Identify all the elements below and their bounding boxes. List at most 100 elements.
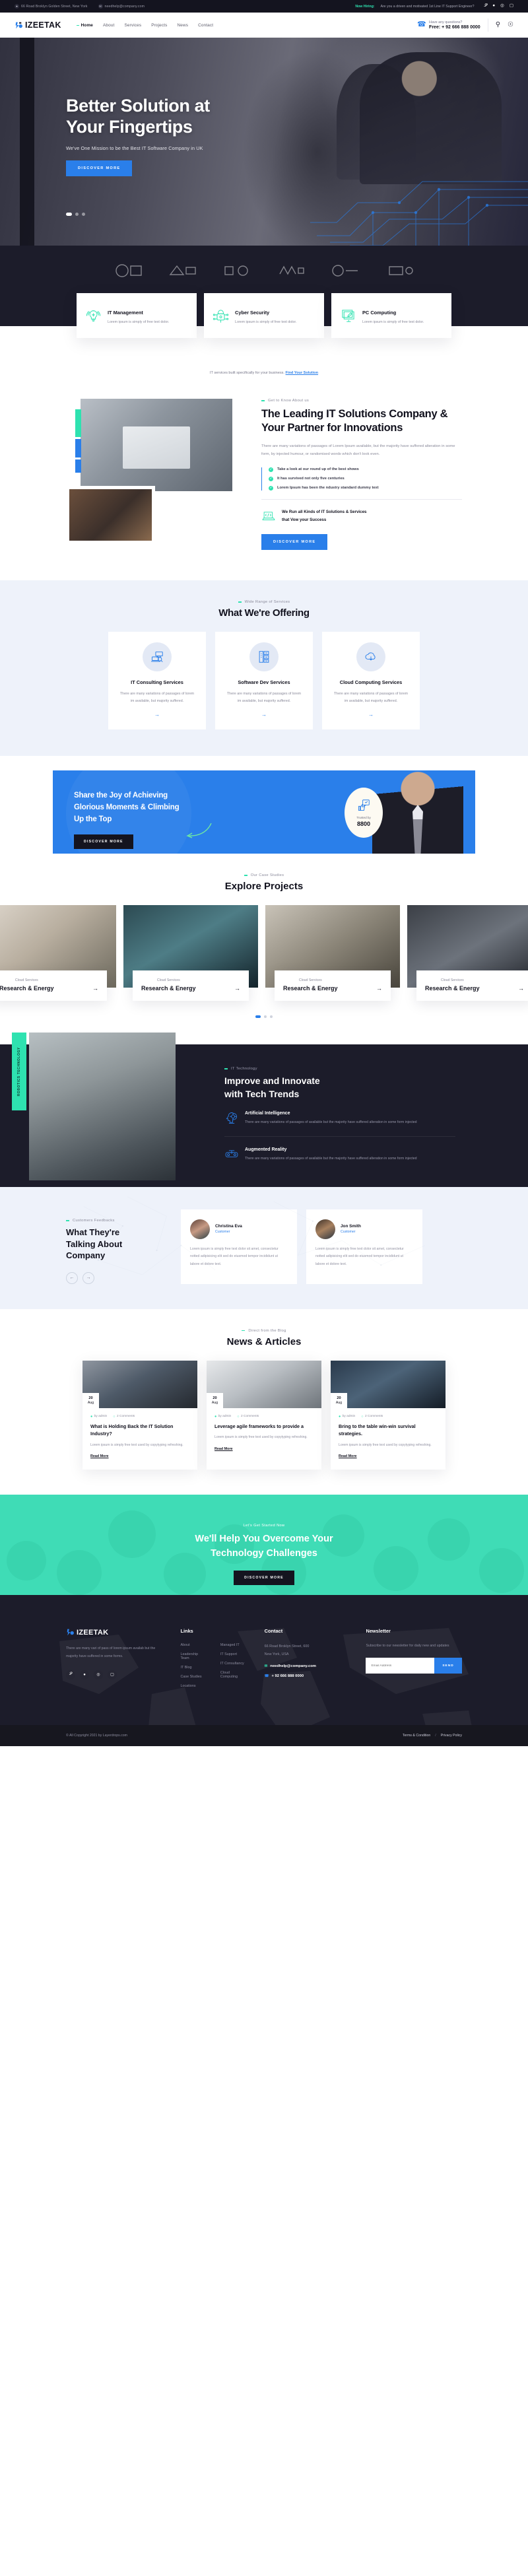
phone-icon: ☎: [264, 1674, 269, 1679]
hiring-label: Now Hiring:: [355, 4, 375, 9]
blue-cta-button[interactable]: DISCOVER MORE: [74, 834, 133, 850]
projects-dot-3[interactable]: [270, 1015, 273, 1018]
nav-item-projects[interactable]: Projects: [151, 23, 167, 28]
hero-dot-3[interactable]: [82, 213, 85, 216]
instagram-icon[interactable]: ▢: [108, 1670, 117, 1679]
ai-brain-icon: [224, 1111, 239, 1126]
twitter-icon[interactable]: 𝒫: [484, 4, 488, 9]
phone-number: Free: + 92 666 888 0000: [429, 25, 480, 30]
newsletter-email-input[interactable]: [366, 1658, 434, 1674]
divider: [261, 498, 462, 500]
nav-item-contact[interactable]: Contact: [198, 23, 213, 28]
find-your-solution-link[interactable]: Find Your Solution: [286, 371, 319, 375]
footer-newsletter-desc: Subscribe to our newsletter for daily ne…: [366, 1644, 449, 1648]
footer-link[interactable]: IT Consultancy: [220, 1662, 248, 1666]
terms-link[interactable]: Terms & Condition: [403, 1734, 430, 1738]
footer-link[interactable]: IT Support: [220, 1652, 248, 1656]
news-desc: Lorem ipsum is simply free text used by …: [90, 1442, 183, 1447]
projects-dot-2[interactable]: [264, 1015, 267, 1018]
hero-dot-2[interactable]: [75, 213, 79, 216]
footer-phone-line[interactable]: ☎ + 92 666 888 0000: [265, 1674, 349, 1678]
footer-email-line[interactable]: ✉ needhelp@company.com: [265, 1664, 349, 1668]
offering-cards: IT Consulting Services There are many va…: [0, 632, 528, 729]
facebook-icon[interactable]: ●: [492, 4, 495, 9]
footer-link[interactable]: About: [180, 1643, 207, 1647]
news-card[interactable]: 20 Aug ● by admin ○ 2 Comments Bring to th…: [331, 1360, 446, 1470]
privacy-link[interactable]: Privacy Policy: [441, 1734, 462, 1738]
read-more-link[interactable]: Read More: [214, 1447, 233, 1451]
pinterest-icon[interactable]: ◎: [500, 4, 504, 9]
project-body: Cloud Services Research & Energy →: [133, 970, 249, 1001]
hero-slider-dots[interactable]: [66, 213, 85, 216]
nav-item-news[interactable]: News: [177, 23, 188, 28]
nav-item-services[interactable]: Services: [124, 23, 141, 28]
feature-card-pc-computing[interactable]: PC Computing Lorem ipsum is simply of fr…: [331, 293, 451, 338]
project-category: Cloud Services: [15, 978, 38, 982]
header-phone[interactable]: ☎ Have any questions? Free: + 92 666 888…: [417, 20, 480, 30]
feature-card-it-management[interactable]: IT Management Lorem ipsum is simply of f…: [77, 293, 197, 338]
logo-text: IZEETAK: [25, 20, 61, 30]
news-title[interactable]: What is Holding Back the IT Solution Ind…: [90, 1423, 189, 1438]
news-card[interactable]: 20 Aug ● by admin ○ 2 Comments What is Hol…: [82, 1360, 197, 1470]
feature-desc: Lorem ipsum is simply of free text dolor…: [235, 320, 297, 324]
news-title[interactable]: Bring to the table win-win survival stra…: [339, 1423, 438, 1438]
arrow-right-icon[interactable]: →: [376, 985, 382, 992]
project-card[interactable]: Cloud Services Research & Energy →: [0, 904, 116, 1001]
pinterest-icon[interactable]: ◎: [94, 1670, 103, 1679]
footer-link[interactable]: Locations: [180, 1684, 207, 1688]
about-discover-button[interactable]: DISCOVER MORE: [261, 534, 328, 551]
blue-cta-banner: Share the Joy of Achieving Glorious Mome…: [53, 770, 475, 854]
facebook-icon[interactable]: ●: [80, 1670, 89, 1679]
testimonials-section: Customers Feedbacks What They're Talking…: [0, 1186, 528, 1309]
offering-card-cloud-computing[interactable]: Cloud Computing Services There are many …: [322, 632, 420, 729]
offering-card-software-dev[interactable]: Software Dev Services There are many var…: [215, 632, 313, 729]
arrow-right-icon[interactable]: →: [119, 712, 195, 718]
separator: /: [435, 1734, 436, 1738]
footer-link[interactable]: Leadership Team: [180, 1652, 207, 1660]
user-icon[interactable]: ☉: [508, 22, 513, 28]
arrow-right-icon[interactable]: →: [518, 985, 524, 992]
feature-card-cyber-security[interactable]: Cyber Security Lorem ipsum is simply of …: [204, 293, 324, 338]
news-title[interactable]: Leverage agile frameworks to provide a: [214, 1423, 314, 1431]
newsletter-send-button[interactable]: SEND: [434, 1658, 462, 1674]
hero-slider: Better Solution at Your Fingertips We've…: [0, 38, 528, 246]
footer-email: needhelp@company.com: [270, 1664, 316, 1669]
logo[interactable]: IZEETAK: [15, 20, 61, 30]
read-more-link[interactable]: Read More: [90, 1454, 109, 1458]
hero-dot-1[interactable]: [66, 213, 72, 216]
hiring-text: Are you a driven and motivated 1st Line …: [380, 4, 475, 9]
project-card[interactable]: Cloud Services Research & Energy →: [123, 904, 258, 1001]
footer-link[interactable]: IT Blog: [180, 1666, 207, 1670]
footer-logo[interactable]: IZEETAK: [66, 1628, 163, 1637]
footer-link[interactable]: Case Studies: [180, 1675, 207, 1679]
about-run-line: We Run all Kinds of IT Solutions & Servi…: [261, 508, 462, 525]
twitter-icon[interactable]: 𝒫: [66, 1670, 75, 1679]
site-header: IZEETAK Home About Services Projects New…: [0, 13, 528, 38]
arrow-right-icon[interactable]: →: [234, 985, 240, 992]
project-card[interactable]: Cloud Services Research & Energy →: [265, 904, 400, 1001]
read-more-link[interactable]: Read More: [339, 1454, 357, 1458]
project-card[interactable]: Cloud Services Research & Energy →: [407, 904, 528, 1001]
projects-carousel[interactable]: Cloud Services Research & Energy → Cloud…: [0, 904, 528, 1001]
user-icon: ●: [339, 1414, 341, 1419]
footer-link[interactable]: Managed IT: [220, 1643, 248, 1647]
email-item[interactable]: ✉ needhelp@company.com: [98, 4, 145, 9]
project-title: Research & Energy: [283, 984, 338, 992]
search-icon[interactable]: ⚲: [496, 22, 500, 28]
footer-link[interactable]: Cloud Computing: [220, 1671, 248, 1679]
header-right: ☎ Have any questions? Free: + 92 666 888…: [417, 18, 513, 32]
nav-item-home[interactable]: Home: [76, 23, 93, 28]
arrow-right-icon[interactable]: →: [92, 985, 98, 992]
news-card[interactable]: 20 Aug ● by admin ○ 2 Comments Leverage ag…: [207, 1360, 321, 1470]
hero-discover-button[interactable]: DISCOVER MORE: [66, 160, 133, 176]
news-day: 20: [337, 1396, 341, 1401]
teal-cta-button[interactable]: DISCOVER MORE: [234, 1570, 294, 1585]
nav-item-about[interactable]: About: [103, 23, 114, 28]
instagram-icon[interactable]: ▢: [510, 4, 513, 9]
brand-logo-3: [222, 262, 252, 279]
arrow-right-icon[interactable]: →: [333, 712, 409, 718]
projects-carousel-dots[interactable]: [0, 1015, 528, 1018]
offering-card-it-consulting[interactable]: IT Consulting Services There are many va…: [108, 632, 206, 729]
arrow-right-icon[interactable]: →: [226, 712, 302, 718]
projects-dot-1[interactable]: [255, 1015, 261, 1018]
